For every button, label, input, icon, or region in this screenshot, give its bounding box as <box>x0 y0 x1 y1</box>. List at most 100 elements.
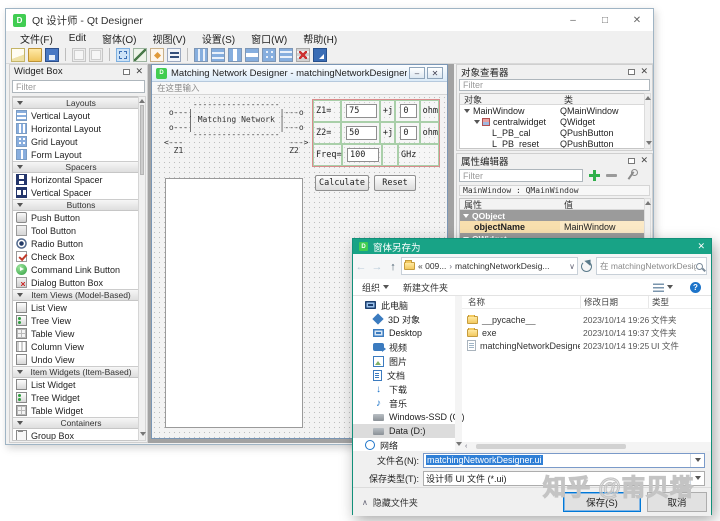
widget-box-item[interactable]: List View <box>13 301 139 314</box>
freq-input[interactable]: 100 <box>347 148 379 162</box>
widget-box-item[interactable]: Push Button <box>13 211 139 224</box>
dropdown-icon[interactable] <box>695 458 701 462</box>
sidebar-item-this-pc[interactable]: 此电脑 <box>353 298 455 312</box>
calculate-button[interactable]: Calculate <box>315 175 369 191</box>
impedance-grid-layout[interactable]: Z1= 75 +j 0 ohm Z2= 50 +j 0 ohm <box>312 99 440 167</box>
tree-row-mainwindow[interactable]: MainWindow QMainWindow <box>460 105 644 116</box>
filename-input[interactable]: matchingNetworkDesigner.ui <box>423 453 705 468</box>
column-name[interactable]: 名称ˆ <box>462 296 580 308</box>
sidebar-item-pictures[interactable]: 图片 <box>353 354 455 368</box>
z1-imag-input[interactable]: 0 <box>400 104 416 118</box>
up-icon[interactable]: ↑ <box>385 261 401 273</box>
scroll-up-icon[interactable] <box>645 96 651 100</box>
widget-box-item[interactable]: Check Box <box>13 250 139 263</box>
adjust-size-icon[interactable] <box>313 48 327 62</box>
undo-icon[interactable] <box>72 48 86 62</box>
change-view-icon[interactable] <box>653 283 664 292</box>
float-panel-icon[interactable] <box>123 69 130 75</box>
widget-box-category[interactable]: Buttons <box>13 199 139 211</box>
view-dropdown-icon[interactable] <box>667 285 673 289</box>
open-form-icon[interactable] <box>28 48 42 62</box>
file-row-exe[interactable]: exe 2023/10/14 19:37 文件夹 <box>462 326 711 339</box>
close-button[interactable]: ✕ <box>621 9 653 31</box>
property-filter-input[interactable] <box>459 169 583 182</box>
widget-box-item[interactable]: Table View <box>13 327 139 340</box>
column-value[interactable]: 值 <box>560 199 644 209</box>
widget-box-item[interactable]: Horizontal Spacer <box>13 173 139 186</box>
sidebar-scrollbar[interactable] <box>455 296 462 451</box>
file-row-pycache[interactable]: __pycache__ 2023/10/14 19:26 文件夹 <box>462 313 711 326</box>
forward-icon[interactable]: → <box>369 261 385 273</box>
edit-signals-slots-icon[interactable] <box>133 48 147 62</box>
widget-box-item[interactable]: Dialog Button Box <box>13 276 139 289</box>
widget-box-item[interactable]: Undo View <box>13 353 139 366</box>
title-bar[interactable]: D Qt 设计师 - Qt Designer – □ ✕ <box>6 9 653 31</box>
breadcrumb-current[interactable]: matchingNetworkDesig... <box>455 261 566 271</box>
column-type[interactable]: 类型 <box>648 296 711 308</box>
help-icon[interactable]: ? <box>690 282 701 293</box>
layout-horizontally-icon[interactable] <box>194 48 208 62</box>
widget-box-item[interactable]: Column View <box>13 340 139 353</box>
menu-view[interactable]: 视图(V) <box>144 31 193 46</box>
layout-form-icon[interactable] <box>279 48 293 62</box>
redo-icon[interactable] <box>89 48 103 62</box>
remove-dynamic-property-icon[interactable] <box>606 174 617 177</box>
menu-edit[interactable]: Edit <box>61 33 94 44</box>
scroll-left-icon[interactable]: ‹ <box>465 443 467 450</box>
float-panel-icon[interactable] <box>628 158 635 164</box>
sidebar-item-documents[interactable]: 文档 <box>353 368 455 382</box>
expander-icon[interactable] <box>474 120 480 124</box>
menu-form[interactable]: 窗体(O) <box>94 31 144 46</box>
dialog-close-button[interactable]: ✕ <box>697 241 705 252</box>
sidebar-item-drive-d[interactable]: Data (D:) <box>353 424 455 438</box>
sidebar-item-3d-objects[interactable]: 3D 对象 <box>353 312 455 326</box>
scrollbar-thumb[interactable] <box>476 444 626 449</box>
widget-box-item[interactable]: Vertical Spacer <box>13 186 139 199</box>
widget-box-item[interactable]: Grid Layout <box>13 135 139 148</box>
object-filter-input[interactable] <box>459 79 650 91</box>
widget-box-category[interactable]: Spacers <box>13 161 139 173</box>
back-icon[interactable]: ← <box>353 261 369 273</box>
sidebar-item-drive-c[interactable]: Windows-SSD (C:) <box>353 410 455 424</box>
sidebar-item-desktop[interactable]: Desktop <box>353 326 455 340</box>
sidebar-item-network[interactable]: 网络 <box>353 438 455 451</box>
property-row-objectname[interactable]: objectName MainWindow <box>460 221 644 233</box>
widget-box-item[interactable]: Tool Button <box>13 224 139 237</box>
menu-settings[interactable]: 设置(S) <box>194 31 243 46</box>
widget-box-item[interactable]: Group Box <box>13 429 139 441</box>
widget-box-item[interactable]: Tree Widget <box>13 391 139 404</box>
tree-row-centralwidget[interactable]: centralwidget QWidget <box>460 116 644 127</box>
column-property[interactable]: 属性 <box>460 199 560 209</box>
object-tree-scrollbar[interactable] <box>644 93 651 149</box>
dialog-title-bar[interactable]: D 窗体另存为 ✕ <box>353 239 711 254</box>
new-folder-button[interactable]: 新建文件夹 <box>403 281 448 294</box>
form-close-button[interactable]: ✕ <box>427 67 443 79</box>
edit-tab-order-icon[interactable] <box>167 48 181 62</box>
widget-box-item[interactable]: Horizontal Layout <box>13 122 139 135</box>
widget-list-scrollbar[interactable] <box>138 96 146 441</box>
scroll-down-icon[interactable] <box>456 442 462 446</box>
form-title-bar[interactable]: D Matching Network Designer - matchingNe… <box>152 65 447 82</box>
minimize-button[interactable]: – <box>557 9 589 31</box>
column-date-modified[interactable]: 修改日期 <box>580 296 648 308</box>
z2-imag-input[interactable]: 0 <box>400 126 416 140</box>
layout-vertically-icon[interactable] <box>211 48 225 62</box>
widget-box-category[interactable]: Item Widgets (Item-Based) <box>13 366 139 378</box>
menu-help[interactable]: 帮助(H) <box>295 31 345 46</box>
breadcrumb[interactable]: « 009... › matchingNetworkDesig... ∨ <box>401 257 578 275</box>
breadcrumb-dropdown-icon[interactable]: ∨ <box>569 262 575 271</box>
scroll-down-icon[interactable] <box>646 141 652 145</box>
widget-filter-input[interactable] <box>12 80 145 93</box>
widget-box-item[interactable]: Form Layout <box>13 148 139 161</box>
tree-row-pb-cal[interactable]: L_PB_cal QPushButton <box>460 127 644 138</box>
layout-horizontal-splitter-icon[interactable] <box>228 48 242 62</box>
tree-row-pb-reset[interactable]: L_PB_reset QPushButton <box>460 138 644 149</box>
menu-window[interactable]: 窗口(W) <box>243 31 295 46</box>
new-form-icon[interactable] <box>11 48 25 62</box>
sidebar-item-downloads[interactable]: ↓下载 <box>353 382 455 396</box>
float-panel-icon[interactable] <box>628 69 635 75</box>
scroll-up-icon[interactable] <box>139 99 145 103</box>
breadcrumb-root[interactable]: « 009... <box>418 261 446 271</box>
configure-icon[interactable] <box>625 169 637 181</box>
layout-grid-icon[interactable] <box>262 48 276 62</box>
